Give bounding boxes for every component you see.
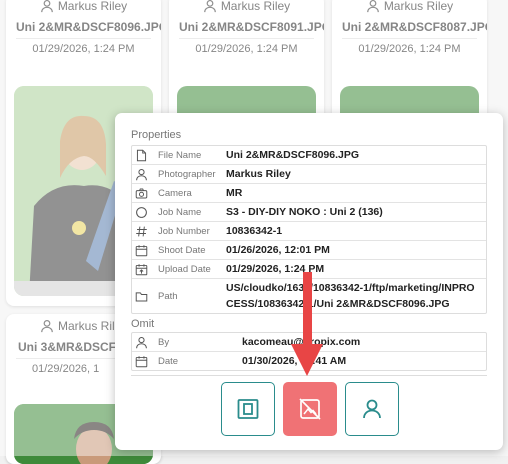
property-row-job-name: Job Name S3 - DIY-DIY NOKO : Uni 2 (136) bbox=[132, 203, 486, 222]
property-value: Markus Riley bbox=[226, 168, 291, 180]
property-row-job-number: Job Number 10836342-1 bbox=[132, 222, 486, 241]
property-row-shoot-date: Shoot Date 01/26/2026, 12:01 PM bbox=[132, 241, 486, 260]
property-label: Shoot Date bbox=[158, 244, 206, 256]
property-value: MR bbox=[226, 187, 243, 199]
folder-icon bbox=[135, 291, 147, 301]
property-value: 01/29/2026, 1:24 PM bbox=[226, 263, 325, 275]
property-value: 01/26/2026, 12:01 PM bbox=[226, 244, 330, 256]
property-value: S3 - DIY-DIY NOKO : Uni 2 (136) bbox=[226, 206, 383, 218]
omit-value: 01/30/2026, 10:41 AM bbox=[242, 355, 347, 367]
person-icon bbox=[363, 399, 381, 419]
unomit-button[interactable] bbox=[283, 382, 337, 436]
property-label: Job Name bbox=[158, 206, 202, 218]
property-label: Photographer bbox=[158, 168, 216, 180]
property-label: Upload Date bbox=[158, 263, 211, 275]
properties-title: Properties bbox=[131, 129, 182, 141]
property-label: Job Number bbox=[158, 225, 210, 237]
omit-title: Omit bbox=[131, 318, 155, 330]
property-value: US/cloudko/1633/10836342-1/ftp/marketing… bbox=[226, 282, 475, 310]
calendar-icon bbox=[135, 355, 147, 367]
camera-icon bbox=[135, 188, 147, 198]
property-value: Uni 2&MR&DSCF8096.JPG bbox=[226, 149, 360, 161]
omit-value: kacomeau@dropix.com bbox=[242, 336, 361, 348]
crop-button[interactable] bbox=[221, 382, 275, 436]
property-row-photographer: Photographer Markus Riley bbox=[132, 165, 486, 184]
action-buttons bbox=[221, 382, 399, 436]
property-label: File Name bbox=[158, 149, 202, 161]
property-value: 10836342-1 bbox=[226, 225, 283, 237]
circle-icon bbox=[135, 206, 147, 218]
property-row-file-name: File Name Uni 2&MR&DSCF8096.JPG bbox=[132, 146, 486, 165]
person-icon bbox=[135, 336, 147, 348]
omit-label: By bbox=[158, 336, 170, 348]
hash-icon bbox=[135, 226, 147, 236]
person-icon bbox=[135, 168, 147, 180]
property-label: Path bbox=[158, 290, 178, 302]
property-label: Camera bbox=[158, 187, 192, 199]
calendar-icon bbox=[135, 244, 147, 256]
calendar-upload-icon bbox=[135, 263, 147, 275]
property-row-camera: Camera MR bbox=[132, 184, 486, 203]
photographer-button[interactable] bbox=[345, 382, 399, 436]
crop-frame-icon bbox=[237, 399, 259, 419]
file-icon bbox=[136, 149, 146, 161]
annotation-arrow bbox=[291, 272, 323, 376]
image-off-icon bbox=[299, 398, 321, 420]
omit-label: Date bbox=[158, 355, 179, 367]
